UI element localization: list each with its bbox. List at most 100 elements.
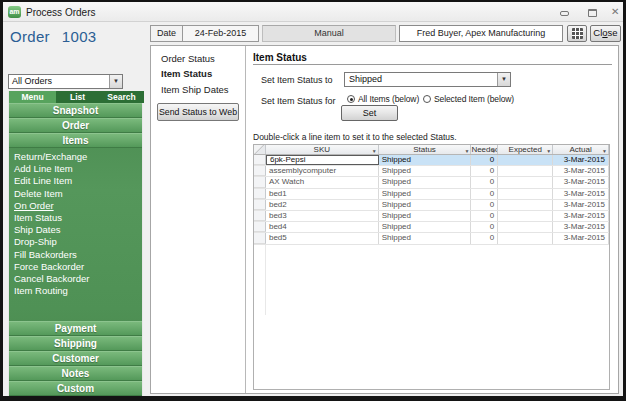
table-row[interactable]: assemblycomputerShipped03-Mar-2015: [254, 166, 609, 177]
cell-expected[interactable]: [498, 155, 553, 165]
column-header-expected[interactable]: Expected▼: [498, 145, 553, 154]
cell-actual[interactable]: 3-Mar-2015: [553, 177, 609, 187]
chevron-down-icon[interactable]: ▼: [497, 73, 510, 86]
row-selector[interactable]: [254, 155, 266, 165]
cell-actual[interactable]: 3-Mar-2015: [553, 189, 609, 199]
sidebar-item-ship-dates[interactable]: Ship Dates: [9, 224, 142, 236]
sidebar-tab-menu[interactable]: Menu: [9, 91, 56, 103]
column-filter-icon[interactable]: ▼: [602, 147, 607, 154]
cell-status[interactable]: Shipped: [379, 177, 472, 187]
close-button[interactable]: Close: [590, 25, 621, 42]
sidebar-section-payment[interactable]: Payment: [9, 321, 142, 336]
table-row[interactable]: AX WatchShipped0 3-Mar-2015: [254, 177, 609, 188]
sidebar-tab-search[interactable]: Search: [99, 91, 144, 103]
table-row[interactable]: bed5Shipped03-Mar-2015: [254, 233, 609, 244]
cell-sku[interactable]: AX Watch: [266, 177, 379, 187]
cell-actual[interactable]: 3-Mar-2015: [553, 222, 609, 232]
set-button[interactable]: Set: [341, 105, 398, 121]
row-selector[interactable]: [254, 200, 266, 210]
column-header-sku[interactable]: SKU▼: [266, 145, 379, 154]
sidebar-item-fill-backorders[interactable]: Fill Backorders: [9, 249, 142, 261]
sidebar-item-return-exchange[interactable]: Return/Exchange: [9, 151, 142, 163]
send-status-to-web-button[interactable]: Send Status to Web: [157, 103, 239, 121]
row-selector[interactable]: [254, 222, 266, 232]
cell-needed[interactable]: 0: [471, 166, 498, 176]
cell-needed[interactable]: 0: [471, 222, 498, 232]
cell-needed[interactable]: 0: [471, 211, 498, 221]
customer-field[interactable]: Fred Buyer, Apex Manufacturing: [399, 25, 563, 42]
column-header-status[interactable]: Status▼: [379, 145, 472, 154]
cell-status[interactable]: Shipped: [379, 155, 472, 165]
cell-status[interactable]: Shipped: [379, 222, 472, 232]
table-row[interactable]: bed3Shipped03-Mar-2015: [254, 211, 609, 222]
chevron-down-icon[interactable]: ▼: [109, 75, 122, 88]
sidebar-section-shipping[interactable]: Shipping: [9, 336, 142, 351]
cell-expected[interactable]: [498, 200, 553, 210]
cell-status[interactable]: Shipped: [379, 200, 472, 210]
cell-needed[interactable]: 0: [471, 200, 498, 210]
radio-selected-item[interactable]: Selected Item (below): [423, 94, 514, 104]
column-filter-icon[interactable]: ▼: [491, 147, 496, 154]
sidebar-section-customer[interactable]: Customer: [9, 351, 142, 366]
cell-actual[interactable]: 3-Mar-2015: [553, 200, 609, 210]
cell-actual[interactable]: 3-Mar-2015: [553, 233, 609, 243]
sidebar-section-snapshot[interactable]: Snapshot: [9, 103, 142, 118]
column-filter-icon[interactable]: ▼: [464, 147, 469, 154]
sidebar-item-edit-line-item[interactable]: Edit Line Item: [9, 175, 142, 187]
cell-status[interactable]: Shipped: [379, 166, 472, 176]
subnav-item-ship-dates[interactable]: Item Ship Dates: [161, 84, 229, 95]
cell-needed[interactable]: 0: [471, 177, 498, 187]
orders-filter-dropdown[interactable]: All Orders▼: [8, 74, 123, 89]
date-field[interactable]: 24-Feb-2015: [182, 25, 259, 42]
table-row[interactable]: 6pk-PepsiShipped03-Mar-2015: [254, 155, 609, 166]
cell-expected[interactable]: [498, 189, 553, 199]
cell-needed[interactable]: 0: [471, 155, 498, 165]
cell-needed[interactable]: 0: [471, 189, 498, 199]
cell-sku[interactable]: bed1: [266, 189, 379, 199]
table-row[interactable]: bed4Shipped0 3-Mar-2015: [254, 222, 609, 233]
window-close-button[interactable]: ✕: [611, 6, 619, 17]
sidebar-tab-list[interactable]: List: [56, 91, 99, 103]
table-row[interactable]: bed2Shipped03-Mar-2015: [254, 200, 609, 211]
cell-sku[interactable]: assemblycomputer: [266, 166, 379, 176]
cell-expected[interactable]: [498, 177, 553, 187]
column-header-actual[interactable]: Actual▼: [553, 145, 609, 154]
sidebar-item-add-line-item[interactable]: Add Line Item: [9, 163, 142, 175]
cell-sku[interactable]: bed5: [266, 233, 379, 243]
row-selector[interactable]: [254, 189, 266, 199]
cell-expected[interactable]: [498, 166, 553, 176]
sidebar-section-order[interactable]: Order: [9, 118, 142, 133]
sidebar-section-custom[interactable]: Custom: [9, 381, 142, 396]
cell-expected[interactable]: [498, 211, 553, 221]
subnav-order-status[interactable]: Order Status: [161, 53, 215, 64]
sidebar-section-items[interactable]: Items: [9, 133, 142, 148]
table-row[interactable]: bed1Shipped0 3-Mar-2015: [254, 189, 609, 200]
row-selector[interactable]: [254, 233, 266, 243]
cell-sku[interactable]: bed3: [266, 211, 379, 221]
sidebar-item-force-backorder[interactable]: Force Backorder: [9, 261, 142, 273]
cell-expected[interactable]: [498, 233, 553, 243]
sidebar-item-item-status[interactable]: Item Status: [9, 212, 142, 224]
row-selector[interactable]: [254, 177, 266, 187]
cell-needed[interactable]: 0: [471, 233, 498, 243]
cell-actual[interactable]: 3-Mar-2015: [553, 211, 609, 221]
cell-status[interactable]: Shipped: [379, 189, 472, 199]
sidebar-item-on-order[interactable]: On Order: [9, 200, 142, 212]
cell-sku[interactable]: bed4: [266, 222, 379, 232]
column-header-needed[interactable]: Needed▼: [471, 145, 498, 154]
sidebar-item-item-routing[interactable]: Item Routing: [9, 285, 142, 297]
subnav-item-status[interactable]: Item Status: [161, 68, 212, 79]
row-selector[interactable]: [254, 166, 266, 176]
sidebar-item-delete-item[interactable]: Delete Item: [9, 188, 142, 200]
date-button[interactable]: Date: [150, 25, 183, 42]
row-selector[interactable]: [254, 211, 266, 221]
sidebar-item-drop-ship[interactable]: Drop-Ship: [9, 236, 142, 248]
lookup-grid-button[interactable]: [567, 25, 587, 42]
radio-all-items[interactable]: All Items (below): [347, 94, 419, 104]
minimize-button[interactable]: [560, 11, 569, 16]
status-dropdown[interactable]: Shipped▼: [344, 72, 511, 87]
cell-actual[interactable]: 3-Mar-2015: [553, 155, 609, 165]
column-filter-icon[interactable]: ▼: [546, 147, 551, 154]
column-filter-icon[interactable]: ▼: [372, 147, 377, 154]
cell-expected[interactable]: [498, 222, 553, 232]
